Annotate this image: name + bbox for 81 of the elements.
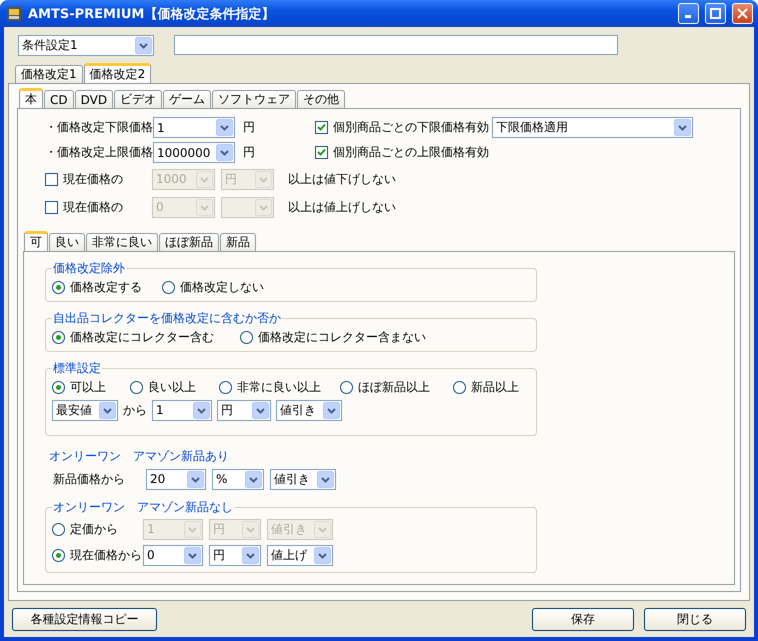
condition-name-field[interactable] [174, 35, 618, 55]
radio-label: 価格改定する [70, 278, 142, 296]
group-title: オンリーワン アマゾン新品なし [52, 499, 234, 516]
copy-settings-button[interactable]: 各種設定情報コピー [12, 608, 157, 630]
field-label: ・価格改定下限価格 [45, 119, 153, 136]
radio-label: 定価から [70, 520, 118, 538]
tab[interactable]: ゲーム [163, 90, 212, 108]
tab[interactable]: ビデオ [114, 90, 162, 108]
radio-label: 価格改定しない [180, 278, 264, 296]
close-icon [737, 8, 748, 19]
radio-button[interactable] [52, 330, 65, 344]
tab[interactable]: ソフトウェア [212, 90, 296, 108]
dropdown[interactable]: 1 [153, 117, 235, 138]
from-label: から [123, 402, 147, 418]
tab[interactable]: 良い [49, 233, 85, 251]
checkbox-label: 個別商品ごとの上限価格有効 [333, 144, 489, 161]
dropdown[interactable]: 0 [143, 544, 203, 566]
tab[interactable]: 価格改定1 [15, 65, 83, 83]
tab[interactable]: 可 [24, 231, 48, 251]
close-button[interactable]: 閉じる [644, 608, 746, 630]
tab[interactable]: DVD [74, 90, 114, 108]
checkbox[interactable] [315, 146, 328, 159]
radio-button[interactable] [130, 380, 143, 394]
tab[interactable]: 非常に良い [86, 233, 158, 251]
dropdown[interactable]: % [212, 468, 264, 490]
checkbox[interactable] [45, 200, 58, 214]
app-icon [6, 6, 22, 22]
dropdown[interactable]: 最安値 [52, 400, 118, 420]
tab[interactable]: ほぼ新品 [159, 233, 219, 251]
radio-label: 良い以上 [148, 378, 196, 396]
radio-label: 価格改定にコレクター含まない [258, 328, 426, 346]
minimize-button[interactable] [678, 3, 699, 24]
section-title: オンリーワン アマゾン新品あり [49, 449, 229, 463]
dropdown[interactable]: 値引き [270, 468, 336, 490]
unit-label: 円 [242, 144, 256, 161]
radio-button[interactable] [219, 380, 232, 394]
dropdown[interactable]: 20 [146, 468, 206, 490]
dropdown[interactable]: 値上げ [267, 544, 333, 566]
checkbox-label: 現在価格の [63, 170, 123, 188]
radio-button[interactable] [52, 380, 65, 394]
field-label: ・価格改定上限価格 [45, 144, 153, 161]
save-button[interactable]: 保存 [532, 608, 634, 630]
checkbox-label: 個別商品ごとの下限価格有効 [333, 119, 489, 136]
radio-button[interactable] [52, 280, 65, 294]
group-title: 価格改定除外 [52, 260, 126, 277]
dropdown[interactable]: 1 [152, 400, 212, 420]
radio-label: 非常に良い以上 [237, 378, 321, 396]
unit-label: 円 [242, 119, 256, 136]
condition-dropdown[interactable]: 条件設定1 [18, 35, 154, 56]
radio-button[interactable] [340, 380, 353, 394]
radio-button[interactable] [453, 380, 466, 394]
tab[interactable]: CD [44, 90, 74, 108]
dropdown[interactable]: 下限価格適用 [492, 117, 693, 138]
radio-label: 価格改定にコレクター含む [70, 328, 214, 346]
condition-label: 以上は値上げしない [288, 198, 396, 216]
tab[interactable]: その他 [297, 90, 346, 108]
radio-label: 現在価格から [70, 546, 142, 564]
dropdown[interactable]: 円 [209, 544, 261, 566]
checkbox[interactable] [315, 121, 328, 134]
radio-label: 可以上 [70, 378, 106, 396]
condition-label: 以上は値下げしない [288, 170, 396, 188]
dropdown[interactable]: 円 [217, 400, 271, 420]
close-button[interactable] [732, 3, 753, 24]
radio-button[interactable] [52, 548, 65, 562]
radio-label: 新品以上 [471, 378, 519, 396]
maximize-button[interactable] [705, 3, 726, 24]
tab[interactable]: 価格改定2 [84, 63, 152, 83]
dropdown[interactable]: 1000000 [153, 142, 235, 163]
group-title: 標準設定 [52, 360, 102, 377]
radio-label: ほぼ新品以上 [358, 378, 430, 396]
checkbox-label: 現在価格の [63, 198, 123, 216]
dropdown[interactable]: 値引き [276, 400, 342, 420]
checkbox[interactable] [45, 172, 58, 186]
radio-button[interactable] [240, 330, 253, 344]
radio-button[interactable] [162, 280, 175, 294]
group-title: 自出品コレクターを価格改定に含むか否か [52, 310, 282, 327]
maximize-icon [710, 8, 721, 19]
tab[interactable]: 本 [19, 88, 43, 108]
window-title: AMTS-PREMIUM【価格改定条件指定】 [28, 6, 276, 22]
tab[interactable]: 新品 [220, 233, 256, 251]
field-label: 新品価格から [53, 470, 126, 488]
